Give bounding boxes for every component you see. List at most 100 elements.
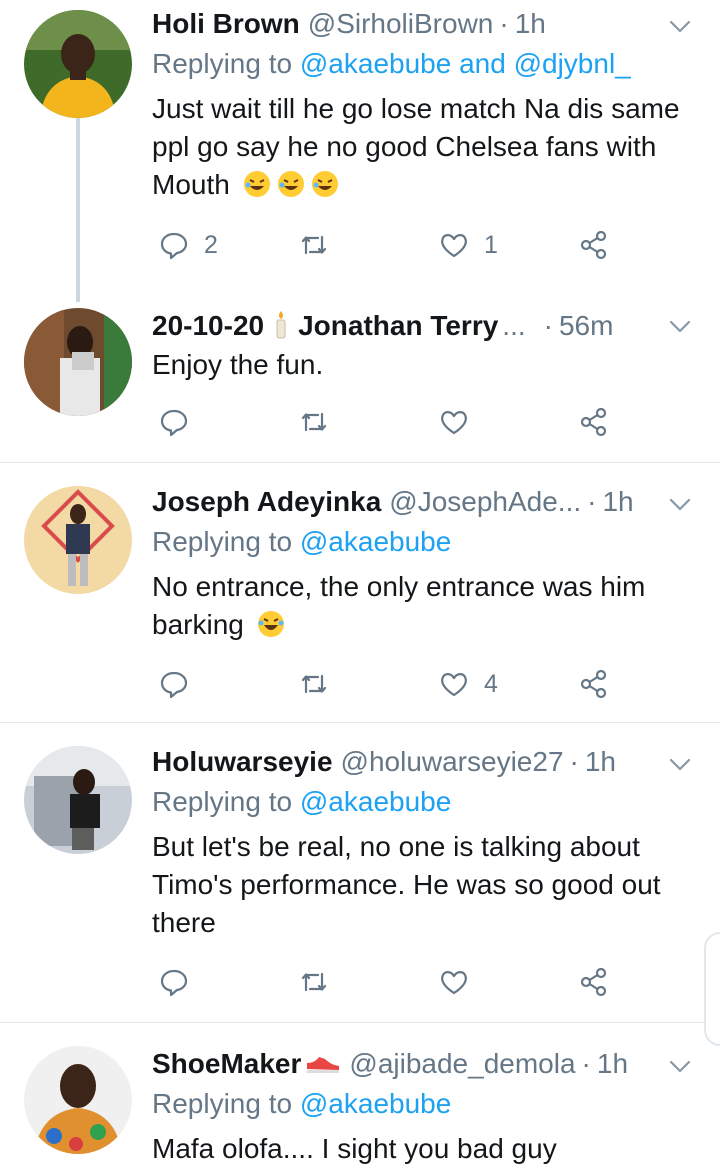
tweet-text: Enjoy the fun. (152, 346, 696, 384)
share-icon (580, 230, 607, 260)
separator-dot: · (581, 1048, 591, 1079)
divider (0, 722, 720, 723)
share-icon (580, 967, 607, 997)
thread-line (76, 118, 80, 302)
tweet-feed: Holi Brown @SirholiBrown · 1h Replying t… (0, 0, 720, 1175)
scroll-indicator[interactable] (704, 932, 720, 1046)
replying-to: Replying to @akaebube (152, 1086, 451, 1122)
timestamp[interactable]: 1h (597, 1046, 628, 1082)
chevron-down-icon[interactable] (666, 750, 694, 778)
timestamp[interactable]: 1h (585, 744, 616, 780)
retweet-icon (301, 972, 327, 992)
reply-icon (160, 409, 188, 437)
separator-dot: · (587, 486, 597, 517)
name-ellipsis: ... (502, 310, 526, 341)
reply-button[interactable] (158, 664, 204, 704)
reply-button[interactable] (158, 962, 204, 1002)
reply-button[interactable] (158, 402, 204, 442)
timestamp[interactable]: 56m (559, 308, 613, 344)
share-button[interactable] (578, 962, 610, 1002)
laughing-emoji (252, 609, 286, 640)
tweet-actions (152, 962, 622, 1002)
retweet-icon (301, 235, 327, 255)
replying-to-label: Replying to (152, 526, 300, 557)
tweet-text-content: No entrance, the only entrance was him b… (152, 571, 646, 640)
heart-icon (441, 234, 467, 258)
replying-to: Replying to @akaebube (152, 524, 451, 560)
user-handle[interactable]: @holuwarseyie27 (341, 744, 564, 780)
timestamp[interactable]: 1h (515, 6, 546, 42)
tweet-text: Just wait till he go lose match Na dis s… (152, 90, 696, 204)
replying-to-label: Replying to (152, 1088, 300, 1119)
reply-mentions[interactable]: @akaebube (300, 786, 451, 817)
retweet-button[interactable] (298, 664, 344, 704)
tweet-actions: 2 1 (152, 225, 622, 265)
reply-mentions[interactable]: @akaebube and @djybnl_ (300, 48, 631, 79)
like-button[interactable]: 4 (438, 664, 498, 704)
avatar[interactable] (24, 308, 132, 416)
tweet-text-content: Enjoy the fun. (152, 349, 324, 380)
share-button[interactable] (578, 225, 610, 265)
tweet-header: 20-10-20 Jonathan Terry ... · 56m (152, 308, 650, 344)
retweet-button[interactable] (298, 225, 344, 265)
avatar[interactable] (24, 1046, 132, 1154)
tweet[interactable]: Holuwarseyie @holuwarseyie27 · 1h Replyi… (0, 738, 720, 1022)
user-handle[interactable]: @ajibade_demola (349, 1046, 575, 1082)
display-name[interactable]: ShoeMaker (152, 1046, 301, 1082)
tweet-header: Holuwarseyie @holuwarseyie27 · 1h (152, 744, 650, 780)
heart-icon (441, 673, 467, 697)
rofl-emoji (238, 169, 340, 200)
divider (0, 1022, 720, 1023)
replying-to-label: Replying to (152, 786, 300, 817)
share-button[interactable] (578, 402, 610, 442)
replying-to-label: Replying to (152, 48, 300, 79)
avatar-image (24, 308, 132, 416)
tweet-actions (152, 402, 622, 442)
like-button[interactable] (438, 402, 484, 442)
reply-mentions[interactable]: @akaebube (300, 1088, 451, 1119)
retweet-button[interactable] (298, 402, 344, 442)
tweet-text: Mafa olofa.... I sight you bad guy (152, 1130, 696, 1168)
reply-button[interactable]: 2 (158, 225, 218, 265)
retweet-button[interactable] (298, 962, 344, 1002)
share-icon (580, 669, 607, 699)
separator-dot: · (569, 746, 579, 777)
tweet-text-content: Mafa olofa.... I sight you bad guy (152, 1133, 557, 1164)
tweet-header: ShoeMaker @ajibade_demola · 1h (152, 1046, 650, 1082)
display-name[interactable]: 20-10-20 (152, 308, 264, 344)
share-icon (580, 407, 607, 437)
tweet-text-content: Just wait till he go lose match Na dis s… (152, 93, 680, 200)
tweet-text: No entrance, the only entrance was him b… (152, 568, 696, 644)
share-button[interactable] (578, 664, 610, 704)
reply-icon (160, 969, 188, 997)
divider (0, 462, 720, 463)
tweet[interactable]: ShoeMaker @ajibade_demola · 1h Replying … (0, 1040, 720, 1175)
tweet[interactable]: 20-10-20 Jonathan Terry ... · 56m Enjoy … (0, 302, 720, 462)
display-name-suffix[interactable]: Jonathan Terry (298, 308, 498, 344)
display-name[interactable]: Joseph Adeyinka (152, 484, 381, 520)
avatar-image (24, 486, 132, 594)
reply-mentions[interactable]: @akaebube (300, 526, 451, 557)
chevron-down-icon[interactable] (666, 12, 694, 40)
timestamp[interactable]: 1h (602, 484, 633, 520)
tweet-text-content: But let's be real, no one is talking abo… (152, 831, 661, 938)
user-handle[interactable]: @SirholiBrown (308, 6, 494, 42)
like-button[interactable]: 1 (438, 225, 498, 265)
tweet[interactable]: Joseph Adeyinka @JosephAde... · 1h Reply… (0, 478, 720, 722)
retweet-icon (301, 412, 327, 432)
replying-to: Replying to @akaebube and @djybnl_ (152, 46, 631, 82)
chevron-down-icon[interactable] (666, 490, 694, 518)
like-button[interactable] (438, 962, 484, 1002)
avatar[interactable] (24, 10, 132, 118)
display-name[interactable]: Holuwarseyie (152, 744, 333, 780)
chevron-down-icon[interactable] (666, 1052, 694, 1080)
display-name[interactable]: Holi Brown (152, 6, 300, 42)
user-handle[interactable]: @JosephAde... (389, 484, 581, 520)
retweet-icon (301, 674, 327, 694)
avatar[interactable] (24, 486, 132, 594)
tweet[interactable]: Holi Brown @SirholiBrown · 1h Replying t… (0, 0, 720, 302)
avatar[interactable] (24, 746, 132, 854)
heart-icon (441, 971, 467, 995)
chevron-down-icon[interactable] (666, 312, 694, 340)
avatar-image (24, 746, 132, 854)
